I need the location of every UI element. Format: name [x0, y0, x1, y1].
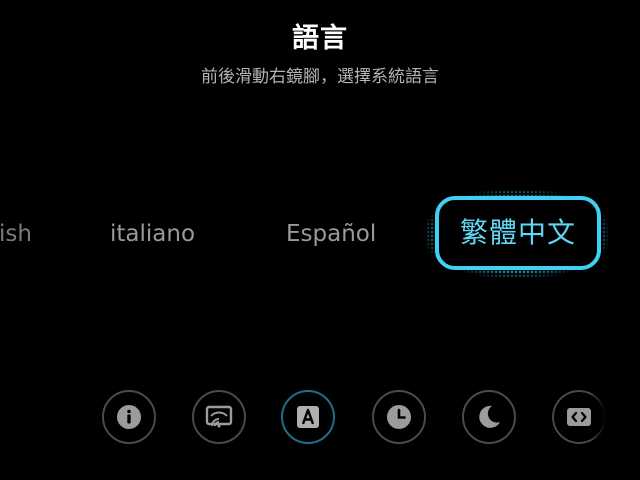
page-title: 語言 — [292, 23, 348, 54]
language-button[interactable] — [281, 390, 335, 444]
language-icon — [297, 406, 319, 428]
clock-button[interactable] — [372, 390, 426, 444]
moon-icon — [479, 405, 500, 428]
screen-cast-button[interactable] — [192, 390, 246, 444]
page-subtitle: 前後滑動右鏡腳，選擇系統語言 — [201, 67, 439, 87]
developer-button[interactable] — [552, 390, 606, 444]
language-carousel[interactable]: English italiano Español 繁體中文 — [0, 190, 640, 280]
night-mode-button[interactable] — [462, 390, 516, 444]
language-option-label: English — [0, 221, 32, 247]
screen-cast-icon — [205, 405, 233, 428]
settings-icon-bar — [0, 390, 640, 450]
language-option-english[interactable]: English — [0, 212, 32, 256]
language-settings-screen: 語言 前後滑動右鏡腳，選擇系統語言 English italiano Españ… — [0, 0, 640, 480]
code-icon — [567, 408, 591, 426]
language-option-italiano[interactable]: italiano — [110, 212, 195, 256]
info-button[interactable] — [102, 390, 156, 444]
clock-icon — [387, 405, 411, 429]
language-option-selected[interactable]: 繁體中文 — [435, 196, 601, 270]
language-option-espanol[interactable]: Español — [286, 212, 376, 256]
info-icon — [117, 405, 141, 429]
